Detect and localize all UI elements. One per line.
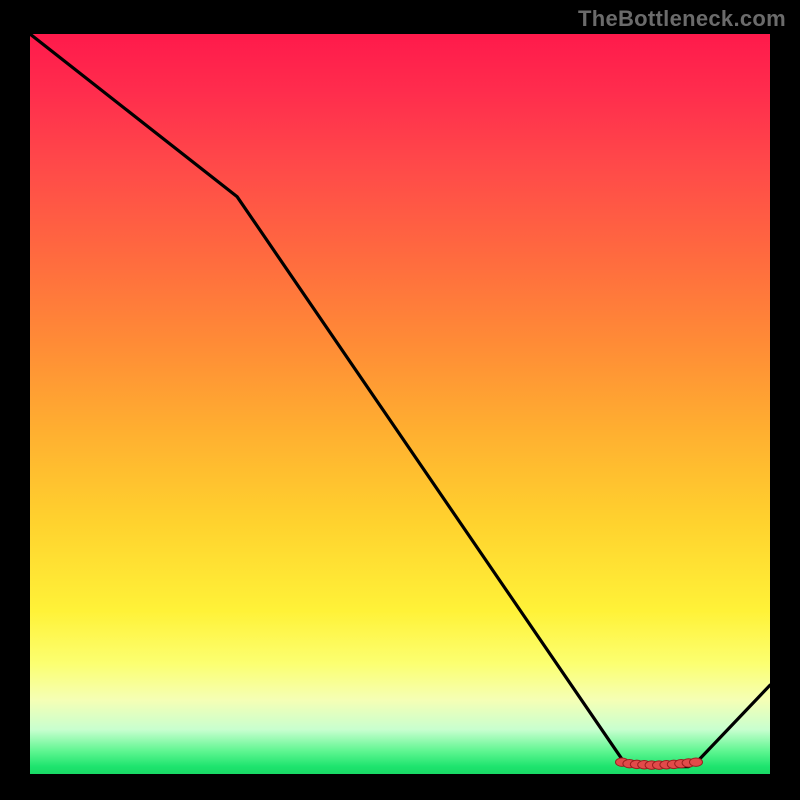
chart-stage: TheBottleneck.com xyxy=(0,0,800,800)
watermark-text: TheBottleneck.com xyxy=(578,6,786,32)
curve-marker xyxy=(690,758,703,766)
chart-svg xyxy=(30,34,770,774)
curve-line xyxy=(30,34,770,767)
plot-area xyxy=(30,34,770,774)
